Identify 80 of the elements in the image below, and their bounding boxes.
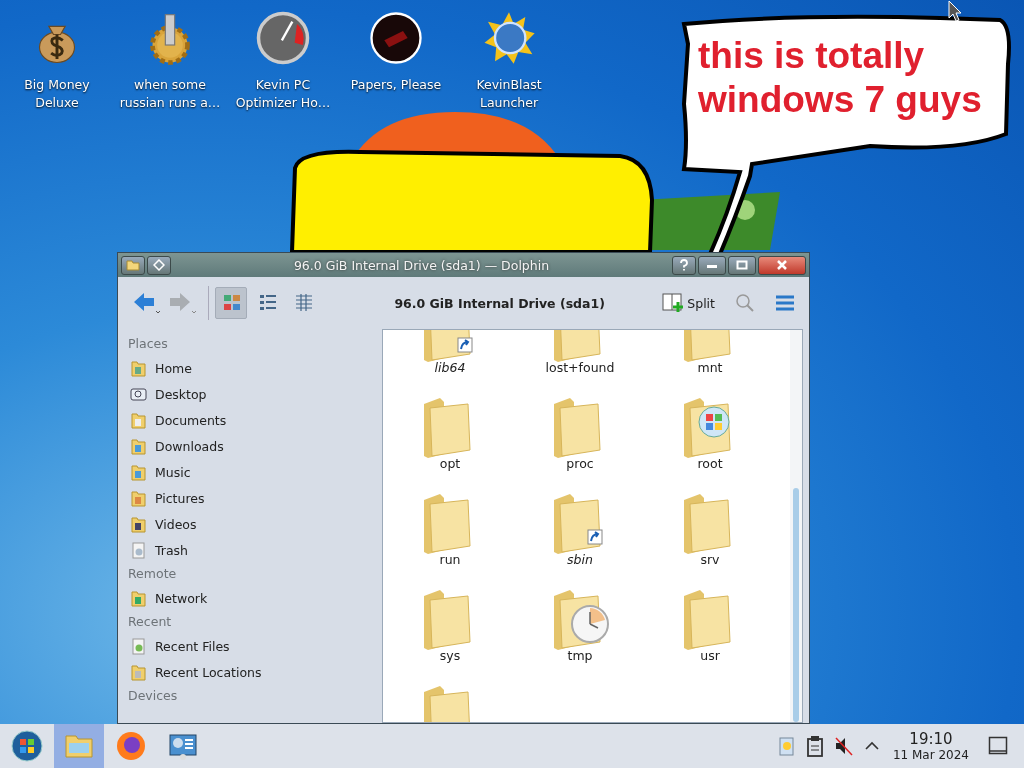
disc-icon[interactable] — [368, 10, 424, 66]
windows-logo-icon — [11, 730, 43, 762]
sidebar-item[interactable]: Downloads — [128, 433, 382, 459]
speech-bubble-text: this is totally windows 7 guys — [698, 34, 983, 122]
muted-speaker-icon[interactable] — [833, 735, 854, 757]
desktop-icon-label[interactable]: Big Money Deluxe — [24, 76, 90, 112]
sidebar-item[interactable]: Trash — [128, 537, 382, 563]
section-heading: Recent — [128, 613, 173, 631]
desktop-icon — [130, 385, 147, 403]
trash-icon — [130, 541, 147, 559]
split-button[interactable]: Split — [658, 291, 719, 315]
clock-time[interactable]: 19:10 — [909, 730, 953, 748]
sidebar-item[interactable]: Recent Files — [128, 633, 382, 659]
sidebar-item[interactable]: Network — [128, 585, 382, 611]
sidebar-item[interactable]: Pictures — [128, 485, 382, 511]
file-name[interactable]: root — [697, 456, 723, 471]
file-name[interactable]: mnt — [697, 360, 723, 375]
sidebar-item[interactable]: Desktop — [128, 381, 382, 407]
question-mark-icon — [679, 259, 689, 271]
music-icon — [130, 463, 147, 481]
file-name[interactable]: lib64 — [434, 360, 466, 375]
sidebar-item[interactable]: Home — [128, 355, 382, 381]
maximize-button[interactable] — [728, 255, 756, 275]
clock-date[interactable]: 11 Mar 2024 — [892, 747, 969, 762]
show-desktop-icon[interactable] — [988, 736, 1008, 756]
cursor-icon — [948, 0, 962, 22]
desktop-icon-label[interactable]: when some russian runs a… — [119, 76, 221, 112]
icons-view-button[interactable] — [215, 287, 247, 319]
section-heading: Places — [128, 335, 169, 353]
forward-arrow-icon — [168, 290, 198, 316]
maximize-icon — [736, 260, 748, 270]
folder-icon[interactable] — [121, 255, 145, 275]
gauge-icon[interactable] — [255, 10, 311, 66]
file-name[interactable]: usr — [700, 648, 720, 663]
section-heading: Devices — [128, 687, 179, 705]
minimize-button[interactable] — [698, 255, 726, 275]
file-name[interactable]: run — [439, 552, 461, 567]
firefox-icon — [115, 730, 147, 762]
file-name[interactable]: srv — [700, 552, 720, 567]
sidebar-item[interactable]: Documents — [128, 407, 382, 433]
clock-emblem-icon — [571, 605, 609, 643]
clipboard-icon[interactable] — [805, 735, 824, 757]
link-emblem-icon — [587, 529, 603, 545]
table-icon — [294, 293, 312, 313]
location-title: 96.0 GiB Internal Drive (sda1) — [393, 295, 606, 311]
menu-icon — [775, 294, 795, 312]
close-icon — [776, 260, 788, 270]
file-name[interactable]: lost+found — [545, 360, 615, 375]
recent-files-icon — [130, 637, 147, 655]
file-name[interactable]: sbin — [567, 552, 593, 567]
scrollbar-thumb[interactable] — [793, 488, 799, 722]
file-name[interactable]: tmp — [567, 648, 593, 663]
section-heading: Remote — [128, 565, 178, 583]
home-icon — [130, 359, 147, 377]
desktop-icon-label[interactable]: KevinBlast Launcher — [476, 76, 542, 112]
close-button[interactable] — [758, 255, 806, 275]
file-name[interactable]: sys — [439, 648, 461, 663]
desktop-icon-label[interactable]: Papers, Please — [350, 76, 442, 94]
sidebar-item[interactable]: Music — [128, 459, 382, 485]
split-view-icon — [662, 293, 685, 313]
file-name[interactable]: proc — [566, 456, 594, 471]
link-emblem-icon — [457, 337, 473, 353]
window-title: 96.0 GiB Internal Drive (sda1) — Dolphin — [292, 257, 551, 273]
sidebar-item[interactable]: Recent Locations — [128, 659, 382, 685]
search-icon — [735, 293, 755, 313]
recent-locations-icon — [130, 663, 147, 681]
file-name[interactable]: opt — [439, 456, 461, 471]
pictures-icon — [130, 489, 147, 507]
help-button[interactable] — [672, 255, 696, 275]
back-arrow-icon — [132, 290, 162, 316]
scrollbar[interactable] — [790, 330, 802, 722]
network-icon — [130, 589, 147, 607]
windows-logo-emblem-icon — [698, 406, 730, 438]
desktop-icon-label[interactable]: Kevin PC Optimizer Ho… — [235, 76, 331, 112]
downloads-icon — [130, 437, 147, 455]
videos-icon — [130, 515, 147, 533]
sidebar-item[interactable]: Videos — [128, 511, 382, 537]
list-icon — [258, 293, 276, 313]
documents-icon — [130, 411, 147, 429]
icon-grid-icon — [222, 293, 240, 313]
